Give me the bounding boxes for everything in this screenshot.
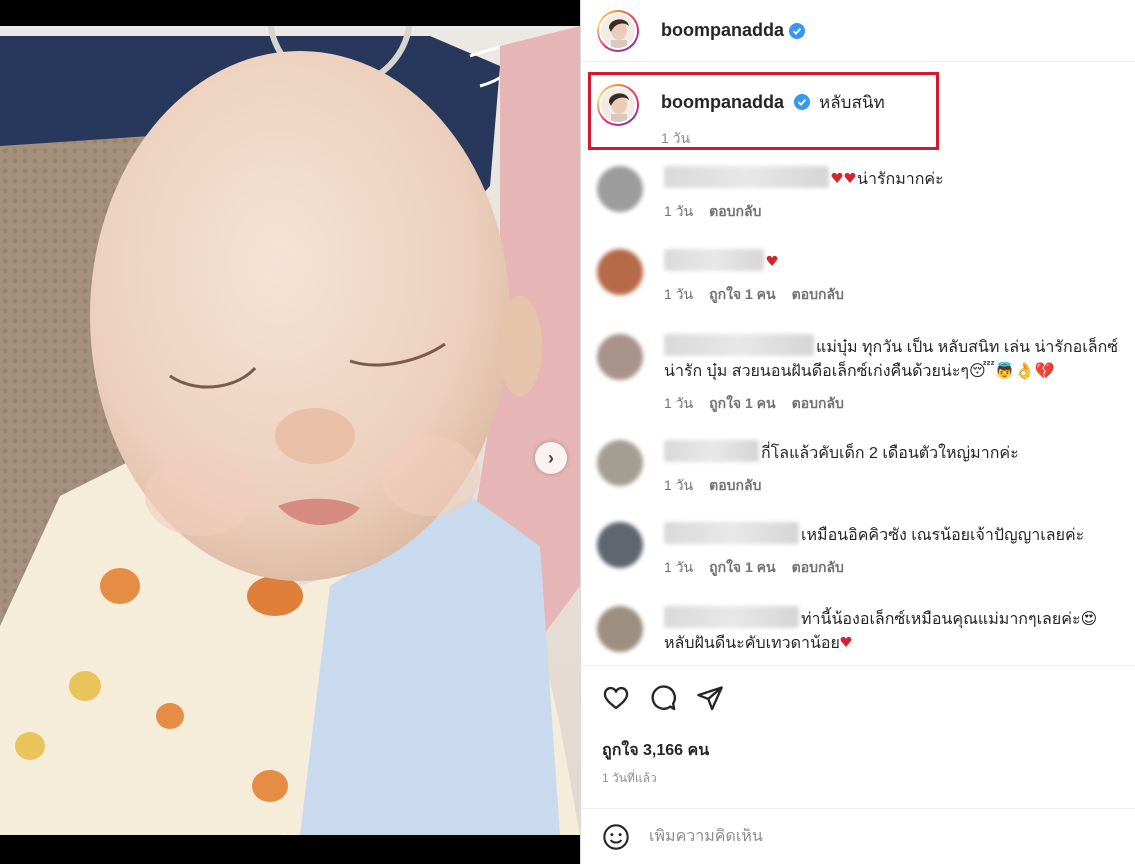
comment-time: 1 วัน: [664, 395, 694, 411]
caption-username[interactable]: boompanadda: [661, 92, 784, 112]
comment-item: 1 วัน ถูกใจ 1 คน ตอบกลับ: [597, 249, 1122, 306]
baby-photo: ›: [0, 26, 580, 835]
comment-item: ท่านี้น้องอเล็กซ์เหมือนคุณแม่มากๆเลยค่ะ😍…: [597, 606, 1122, 656]
comment-avatar[interactable]: [597, 249, 643, 295]
add-comment-bar: [581, 808, 1135, 864]
post-caption: boompanadda หลับสนิท 1 วัน: [597, 84, 885, 150]
comment-meta: 1 วัน ตอบกลับ: [664, 475, 1122, 497]
comment-icon[interactable]: [649, 684, 677, 712]
comment-avatar[interactable]: [597, 334, 643, 380]
comment-text: ท่านี้น้องอเล็กซ์เหมือนคุณแม่มากๆเลยค่ะ😍…: [664, 606, 1122, 656]
caption-time: 1 วัน: [661, 130, 691, 146]
comment-avatar[interactable]: [597, 606, 643, 652]
blurred-username: [664, 334, 814, 356]
reply-button[interactable]: ตอบกลับ: [792, 393, 844, 415]
blurred-username: [664, 522, 799, 544]
carousel-dot-active: [282, 834, 288, 835]
reply-button[interactable]: ตอบกลับ: [709, 201, 761, 223]
reply-button[interactable]: ตอบกลับ: [792, 557, 844, 579]
verified-icon: [794, 94, 811, 110]
verified-icon: [789, 22, 806, 39]
comment-avatar[interactable]: [597, 166, 643, 212]
reply-button[interactable]: ตอบกลับ: [709, 475, 761, 497]
heart-icon[interactable]: [602, 684, 630, 712]
post-actions-section: ถูกใจ 3,166 คน 1 วันที่แล้ว: [581, 665, 1135, 785]
blurred-username: [664, 166, 829, 188]
post-media: ›: [0, 0, 580, 864]
baby-photo-illustration: [0, 26, 580, 835]
reply-button[interactable]: ตอบกลับ: [792, 284, 844, 306]
carousel-dot: [292, 834, 298, 835]
comment-body: กี่โลแล้วคับเด็ก 2 เดือนตัวใหญ่มากค่ะ: [761, 445, 1019, 462]
blurred-username: [664, 440, 759, 462]
comment-avatar[interactable]: [597, 440, 643, 486]
comment-text: เหมือนอิคคิวซัง เณรน้อยเจ้าปัญญาเลยค่ะ: [664, 522, 1122, 548]
comment-text: กี่โลแล้วคับเด็ก 2 เดือนตัวใหญ่มากค่ะ: [664, 440, 1122, 466]
caption-avatar-image: [601, 88, 635, 122]
carousel-indicator: [0, 834, 580, 835]
author-avatar[interactable]: [597, 9, 639, 52]
comment-time: 1 วัน: [664, 203, 694, 219]
heart-emoji-icon: [831, 172, 856, 183]
comment-meta: 1 วัน ถูกใจ 1 คน ตอบกลับ: [664, 393, 1122, 415]
comment-likes[interactable]: ถูกใจ 1 คน: [709, 284, 776, 306]
likes-count[interactable]: ถูกใจ 3,166 คน: [602, 738, 709, 763]
comment-meta: 1 วัน ถูกใจ 1 คน ตอบกลับ: [664, 557, 1122, 579]
carousel-next-button[interactable]: ›: [535, 442, 567, 474]
caption-avatar[interactable]: [597, 84, 639, 126]
share-icon[interactable]: [696, 684, 724, 712]
comment-item: กี่โลแล้วคับเด็ก 2 เดือนตัวใหญ่มากค่ะ 1 …: [597, 440, 1122, 497]
emoji-icon[interactable]: [602, 823, 630, 851]
comment-avatar[interactable]: [597, 522, 643, 568]
action-bar: [602, 684, 724, 712]
comment-item: น่ารักมากค่ะ 1 วัน ตอบกลับ: [597, 166, 1122, 223]
comment-item: แม่บุ๋ม ทุกวัน เป็น หลับสนิท เล่น น่ารัก…: [597, 334, 1122, 415]
comment-body: เหมือนอิคคิวซัง เณรน้อยเจ้าปัญญาเลยค่ะ: [801, 527, 1085, 544]
comment-text: น่ารักมากค่ะ: [664, 166, 1122, 192]
post-side-panel: boompanadda boompanadda หลับสนิท 1 วัน น…: [580, 0, 1135, 864]
author-avatar-image: [601, 13, 635, 48]
comment-time: 1 วัน: [664, 286, 694, 302]
comment-time: 1 วัน: [664, 477, 694, 493]
comment-time: 1 วัน: [664, 559, 694, 575]
comment-text: [664, 249, 1122, 275]
comment-body: น่ารักมากค่ะ: [857, 171, 944, 188]
comment-meta: 1 วัน ถูกใจ 1 คน ตอบกลับ: [664, 284, 1122, 306]
caption-text: หลับสนิท: [819, 93, 885, 112]
chevron-right-icon: ›: [548, 447, 554, 468]
add-comment-input[interactable]: [649, 827, 1089, 846]
heart-emoji-icon: [766, 255, 778, 266]
comment-likes[interactable]: ถูกใจ 1 คน: [709, 557, 776, 579]
comment-meta: 1 วัน ตอบกลับ: [664, 201, 1122, 223]
blurred-username: [664, 249, 764, 271]
comment-likes[interactable]: ถูกใจ 1 คน: [709, 393, 776, 415]
post-header: boompanadda: [581, 0, 1135, 62]
blurred-username: [664, 606, 799, 628]
comment-text: แม่บุ๋ม ทุกวัน เป็น หลับสนิท เล่น น่ารัก…: [664, 334, 1122, 384]
comment-item: เหมือนอิคคิวซัง เณรน้อยเจ้าปัญญาเลยค่ะ 1…: [597, 522, 1122, 579]
posted-time: 1 วันที่แล้ว: [602, 771, 657, 785]
heart-emoji-icon: [840, 636, 852, 647]
header-username[interactable]: boompanadda: [661, 20, 784, 41]
